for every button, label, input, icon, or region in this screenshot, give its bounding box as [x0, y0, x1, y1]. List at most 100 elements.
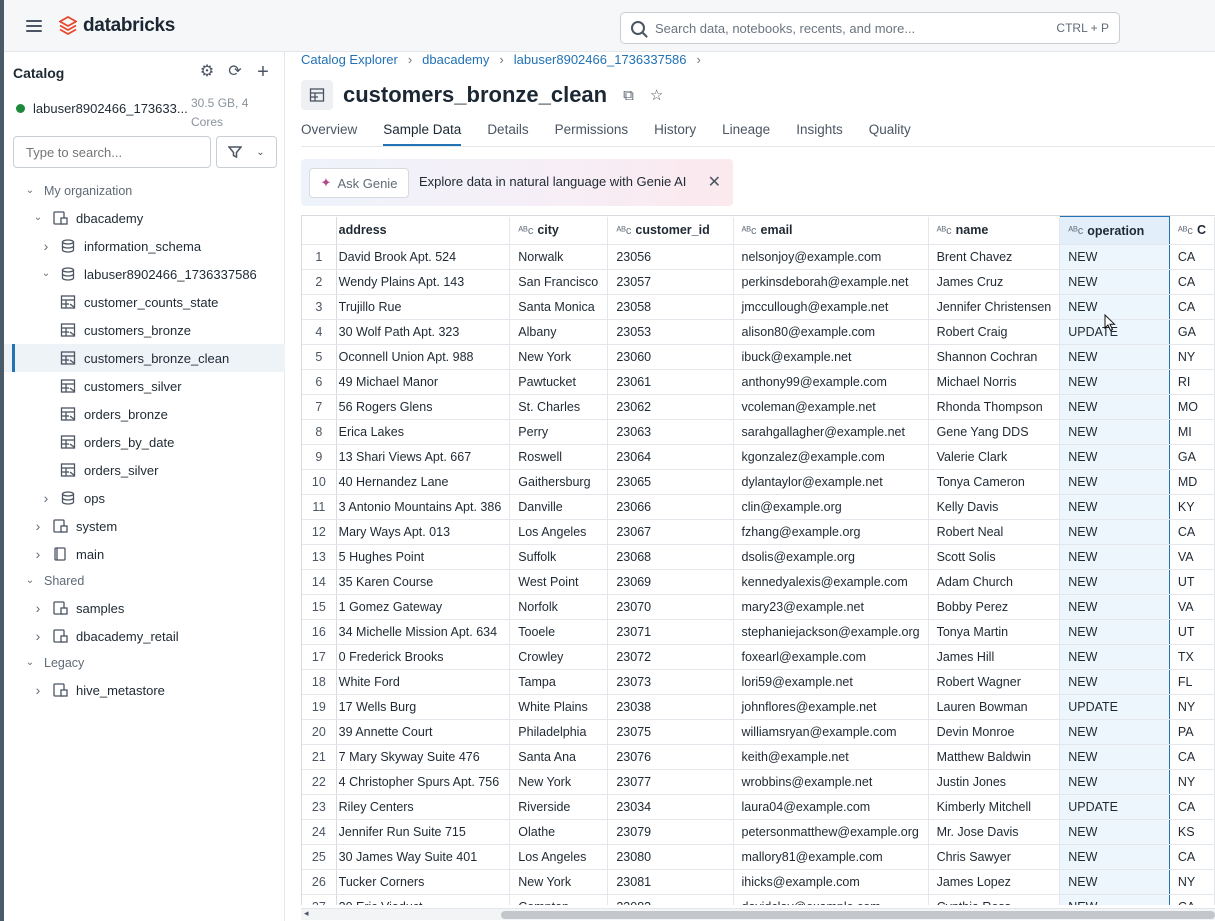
table-cell[interactable]: NEW: [1059, 369, 1170, 395]
row-number[interactable]: 1: [302, 244, 337, 270]
tree-item-table[interactable]: customers_silver: [4, 372, 285, 400]
table-cell[interactable]: Justin Jones: [928, 769, 1061, 795]
row-number[interactable]: 22: [302, 769, 337, 795]
table-cell[interactable]: GA: [1169, 319, 1215, 345]
table-cell[interactable]: Norwalk: [509, 244, 609, 270]
table-cell[interactable]: NEW: [1059, 544, 1170, 570]
gear-icon[interactable]: ⚙: [198, 63, 216, 81]
table-cell[interactable]: 5 Hughes Point: [336, 544, 511, 570]
table-cell[interactable]: New York: [509, 869, 609, 895]
table-cell[interactable]: FL: [1169, 669, 1215, 695]
copy-icon[interactable]: ⧉: [623, 87, 634, 104]
row-number[interactable]: 15: [302, 594, 337, 620]
table-row[interactable]: 23 Riley Centers Riverside 23034 laura04@exa…: [302, 794, 1215, 820]
star-icon[interactable]: ☆: [650, 86, 663, 104]
search-input[interactable]: [655, 20, 1057, 36]
table-cell[interactable]: Danville: [509, 494, 609, 520]
table-cell[interactable]: perkinsdeborah@example.net: [733, 269, 929, 295]
table-cell[interactable]: 13 Shari Views Apt. 667: [336, 444, 511, 470]
table-cell[interactable]: NEW: [1059, 344, 1170, 370]
row-number[interactable]: 13: [302, 544, 337, 570]
table-row[interactable]: 2 Wendy Plains Apt. 143 San Francisco 23057…: [302, 269, 1215, 295]
table-cell[interactable]: 23058: [607, 294, 734, 320]
table-cell[interactable]: CA: [1169, 844, 1215, 870]
tab-lineage[interactable]: Lineage: [722, 122, 770, 147]
table-cell[interactable]: fzhang@example.org: [733, 519, 929, 545]
global-search[interactable]: CTRL + P: [620, 12, 1120, 44]
row-number[interactable]: 9: [302, 444, 337, 470]
table-cell[interactable]: CA: [1169, 269, 1215, 295]
table-row[interactable]: 3 Trujillo Rue Santa Monica 23058 jmcculloug…: [302, 294, 1215, 320]
table-cell[interactable]: 30 James Way Suite 401: [336, 844, 511, 870]
table-cell[interactable]: 0 Frederick Brooks: [336, 644, 511, 670]
table-row[interactable]: 22 4 Christopher Spurs Apt. 756 New York 23…: [302, 769, 1215, 795]
table-cell[interactable]: Kelly Davis: [928, 494, 1061, 520]
table-cell[interactable]: kennedyalexis@example.com: [733, 569, 929, 595]
table-cell[interactable]: 1 Gomez Gateway: [336, 594, 511, 620]
table-row[interactable]: 24 Jennifer Run Suite 715 Olathe 23079 peter…: [302, 819, 1215, 845]
row-number[interactable]: 21: [302, 744, 337, 770]
table-cell[interactable]: New York: [509, 344, 609, 370]
row-number[interactable]: 5: [302, 344, 337, 370]
table-cell[interactable]: NEW: [1059, 644, 1170, 670]
table-cell[interactable]: NY: [1169, 344, 1215, 370]
table-row[interactable]: 13 5 Hughes Point Suffolk 23068 dsolis@examp…: [302, 544, 1215, 570]
tree-item-catalog[interactable]: › hive_metastore: [4, 676, 285, 704]
table-cell[interactable]: NEW: [1059, 669, 1170, 695]
table-cell[interactable]: Tooele: [509, 619, 609, 645]
tree-item-catalog[interactable]: › dbacademy_retail: [4, 622, 285, 650]
table-cell[interactable]: laura04@example.com: [733, 794, 929, 820]
table-row[interactable]: 18 White Ford Tampa 23073 lori59@example.net…: [302, 669, 1215, 695]
table-cell[interactable]: NEW: [1059, 594, 1170, 620]
table-cell[interactable]: Tonya Martin: [928, 619, 1061, 645]
table-row[interactable]: 4 30 Wolf Path Apt. 323 Albany 23053 alison8…: [302, 319, 1215, 345]
table-cell[interactable]: Tampa: [509, 669, 609, 695]
table-cell[interactable]: Albany: [509, 319, 609, 345]
row-number[interactable]: 17: [302, 644, 337, 670]
table-row[interactable]: 17 0 Frederick Brooks Crowley 23072 foxearl@…: [302, 644, 1215, 670]
table-cell[interactable]: NEW: [1059, 869, 1170, 895]
row-number[interactable]: 25: [302, 844, 337, 870]
table-cell[interactable]: 3 Antonio Mountains Apt. 386: [336, 494, 511, 520]
table-cell[interactable]: San Francisco: [509, 269, 609, 295]
menu-icon[interactable]: [26, 20, 42, 32]
table-cell[interactable]: Matthew Baldwin: [928, 744, 1061, 770]
table-cell[interactable]: Philadelphia: [509, 719, 609, 745]
chevron-down-icon[interactable]: ⌄: [40, 268, 52, 280]
table-cell[interactable]: NEW: [1059, 744, 1170, 770]
table-cell[interactable]: James Hill: [928, 644, 1061, 670]
tree-item-table[interactable]: customer_counts_state: [4, 288, 285, 316]
table-cell[interactable]: nelsonjoy@example.com: [733, 244, 929, 270]
table-cell[interactable]: 23057: [607, 269, 734, 295]
table-row[interactable]: 6 49 Michael Manor Pawtucket 23061 anthony99…: [302, 369, 1215, 395]
table-cell[interactable]: Tucker Corners: [336, 869, 511, 895]
table-cell[interactable]: mallory81@example.com: [733, 844, 929, 870]
table-cell[interactable]: Mary Ways Apt. 013: [336, 519, 511, 545]
table-cell[interactable]: Cynthia Ross: [928, 894, 1061, 905]
table-cell[interactable]: Kimberly Mitchell: [928, 794, 1061, 820]
table-cell[interactable]: 23060: [607, 344, 734, 370]
table-cell[interactable]: davidclay@example.com: [733, 894, 929, 905]
table-cell[interactable]: NY: [1169, 694, 1215, 720]
table-cell[interactable]: lori59@example.net: [733, 669, 929, 695]
table-cell[interactable]: 23064: [607, 444, 734, 470]
table-cell[interactable]: Shannon Cochran: [928, 344, 1061, 370]
column-header-operation[interactable]: ᴬᴮc operation: [1059, 216, 1170, 245]
table-cell[interactable]: TX: [1169, 644, 1215, 670]
table-cell[interactable]: 23066: [607, 494, 734, 520]
table-cell[interactable]: Chris Sawyer: [928, 844, 1061, 870]
table-cell[interactable]: UT: [1169, 569, 1215, 595]
table-cell[interactable]: 23053: [607, 319, 734, 345]
table-cell[interactable]: Robert Neal: [928, 519, 1061, 545]
tree-item-catalog-plain[interactable]: › main: [4, 540, 285, 568]
tab-sample-data[interactable]: Sample Data: [383, 122, 462, 147]
tree-item-catalog[interactable]: ⌄ dbacademy: [4, 204, 285, 232]
table-cell[interactable]: 23070: [607, 594, 734, 620]
table-row[interactable]: 5 Oconnell Union Apt. 988 New York 23060 ibu…: [302, 344, 1215, 370]
table-cell[interactable]: Jennifer Christensen: [928, 294, 1061, 320]
table-cell[interactable]: White Plains: [509, 694, 609, 720]
table-cell[interactable]: Roswell: [509, 444, 609, 470]
table-cell[interactable]: NEW: [1059, 569, 1170, 595]
table-cell[interactable]: 23061: [607, 369, 734, 395]
table-cell[interactable]: Valerie Clark: [928, 444, 1061, 470]
